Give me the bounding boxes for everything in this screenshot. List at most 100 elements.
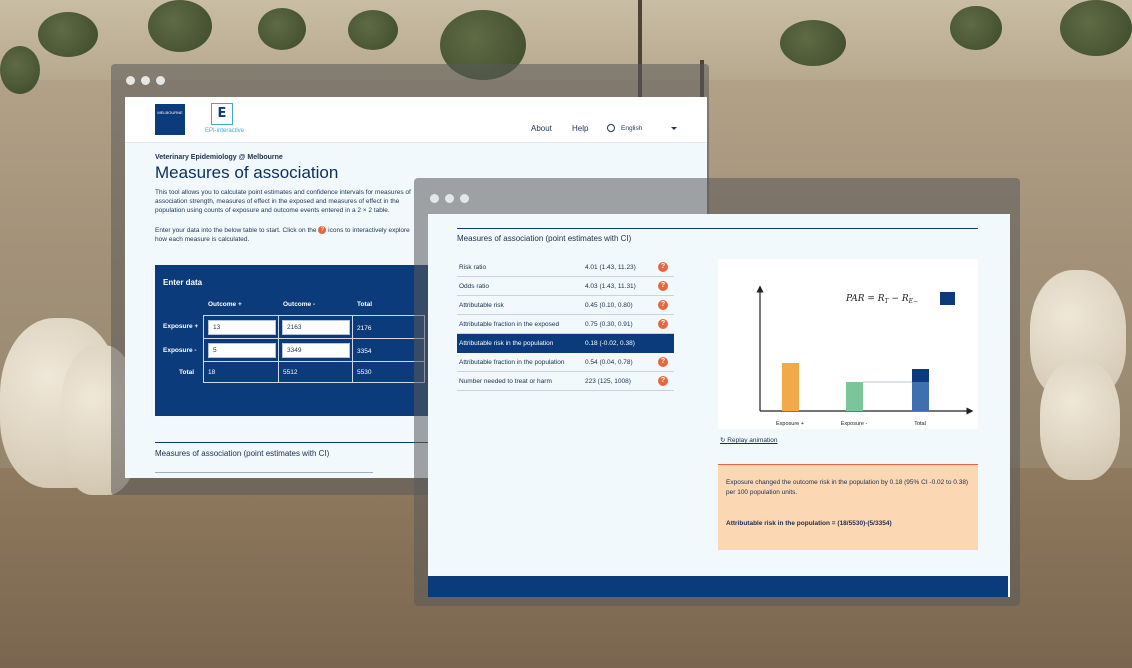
language-select[interactable]: English <box>621 125 642 132</box>
university-logo-text: MELBOURNE <box>157 110 183 115</box>
grand-total: 5530 <box>357 369 372 376</box>
front-screen: Measures of association (point estimates… <box>428 214 1010 597</box>
help-icon[interactable]: ? <box>658 357 668 367</box>
interpretation-formula: Attributable risk in the population = (1… <box>726 520 892 527</box>
tree <box>780 20 846 66</box>
measure-value: 4.01 (1.43, 11.23) <box>585 264 636 271</box>
par-formula: PAR = RT − RE− <box>845 294 918 305</box>
row-label-exposure-neg: Exposure - <box>163 347 197 354</box>
replay-animation-link[interactable]: ↻ Replay animation <box>720 436 778 444</box>
interpretation-panel: Exposure changed the outcome risk in the… <box>718 464 978 550</box>
help-icon: ? <box>318 226 327 235</box>
header-outcome-neg: Outcome - <box>283 301 316 308</box>
instruction-paragraph: Enter your data into the below table to … <box>155 226 417 244</box>
cell-c-input[interactable]: 5 <box>208 343 276 358</box>
col1-total: 18 <box>208 369 216 376</box>
measure-value: 0.75 (0.30, 0.91) <box>585 321 633 328</box>
measure-row[interactable]: Attributable fraction in the population 0… <box>457 353 674 372</box>
nav-about-link[interactable]: About <box>531 124 552 133</box>
header-total: Total <box>357 301 373 308</box>
x-label-exposure-neg: Exposure - <box>841 421 868 427</box>
measure-row[interactable]: Risk ratio 4.01 (1.43, 11.23)? <box>457 258 674 277</box>
table-divider <box>352 315 353 383</box>
x-label-exposure-pos: Exposure + <box>776 421 804 427</box>
measure-row[interactable]: Attributable fraction in the exposed 0.75… <box>457 315 674 334</box>
section-divider <box>155 472 373 473</box>
window-controls <box>430 194 469 203</box>
row-label-exposure-pos: Exposure + <box>163 323 199 330</box>
bar-exposure-pos <box>782 363 799 411</box>
close-dot[interactable] <box>126 76 135 85</box>
measure-label: Risk ratio <box>459 264 487 271</box>
help-icon[interactable]: ? <box>658 300 668 310</box>
sheep <box>1040 360 1120 480</box>
intro-paragraph: This tool allows you to calculate point … <box>155 189 411 214</box>
window-controls <box>126 76 165 85</box>
section-divider <box>155 442 428 443</box>
front-browser-window: Measures of association (point estimates… <box>414 178 1020 606</box>
col2-total: 5512 <box>283 369 298 376</box>
maximize-dot[interactable] <box>460 194 469 203</box>
measure-value: 0.18 (-0.02, 0.38) <box>585 340 635 347</box>
cell-a-input[interactable]: 13 <box>208 320 276 335</box>
tree <box>0 46 40 94</box>
minimize-dot[interactable] <box>141 76 150 85</box>
bar-total-base <box>912 382 929 411</box>
legend-swatch-total <box>940 292 955 305</box>
maximize-dot[interactable] <box>156 76 165 85</box>
help-icon[interactable]: ? <box>658 319 668 329</box>
table-divider <box>203 338 425 339</box>
page-title: Measures of association <box>155 163 339 182</box>
table-divider <box>278 315 279 383</box>
measure-value: 223 (125, 1008) <box>585 378 631 385</box>
help-icon[interactable]: ? <box>658 262 668 272</box>
tree <box>348 10 398 50</box>
measure-label: Number needed to treat or harm <box>459 378 552 385</box>
measure-value: 4.03 (1.43, 11.31) <box>585 283 636 290</box>
par-chart: PAR = RT − RE− Exposure + Exposure - Tot… <box>718 259 978 429</box>
par-chart-svg: PAR = RT − RE− Exposure + Exposure - Tot… <box>756 285 974 427</box>
section-divider <box>457 228 978 229</box>
enter-data-panel: Enter data Outcome + Outcome - Total Exp… <box>155 265 428 416</box>
row-label-total: Total <box>179 369 195 376</box>
epi-interactive-logo[interactable]: E <box>211 103 233 125</box>
measure-label: Attributable fraction in the population <box>459 359 565 366</box>
tree <box>258 8 306 50</box>
cell-d-input[interactable]: 3349 <box>282 343 350 358</box>
header-outcome-pos: Outcome + <box>208 301 242 308</box>
table-divider <box>203 361 425 362</box>
tree <box>148 0 212 52</box>
measure-row[interactable]: Odds ratio 4.03 (1.43, 11.31)? <box>457 277 674 296</box>
measures-title: Measures of association (point estimates… <box>457 234 632 243</box>
nav-help-link[interactable]: Help <box>572 124 588 133</box>
measure-row[interactable]: Attributable risk in the population 0.18 … <box>457 334 674 353</box>
interpretation-text: Exposure changed the outcome risk in the… <box>726 479 969 496</box>
page-footer <box>428 576 1008 597</box>
help-icon[interactable]: ? <box>658 376 668 386</box>
measure-row[interactable]: Attributable risk 0.45 (0.10, 0.80)? <box>457 296 674 315</box>
page-kicker: Veterinary Epidemiology @ Melbourne <box>155 154 283 161</box>
bar-exposure-neg <box>846 382 863 411</box>
tree <box>38 12 98 57</box>
minimize-dot[interactable] <box>445 194 454 203</box>
measure-label: Attributable risk in the population <box>459 340 554 347</box>
chevron-down-icon[interactable] <box>671 127 677 130</box>
bar-total-difference <box>912 369 929 382</box>
section-title: Measures of association (point estimates… <box>155 449 330 458</box>
tree <box>950 6 1002 50</box>
x-label-total: Total <box>914 421 926 427</box>
help-icon[interactable]: ? <box>658 281 668 291</box>
instruction-text-a: Enter your data into the below table to … <box>155 227 317 234</box>
globe-icon <box>607 124 615 132</box>
university-logo[interactable]: MELBOURNE <box>155 104 185 135</box>
measure-value: 0.54 (0.04, 0.78) <box>585 359 633 366</box>
tree <box>1060 0 1132 56</box>
measure-label: Odds ratio <box>459 283 489 290</box>
measure-label: Attributable risk <box>459 302 504 309</box>
close-dot[interactable] <box>430 194 439 203</box>
row2-total: 3354 <box>357 348 372 355</box>
cell-b-input[interactable]: 2163 <box>282 320 350 335</box>
row1-total: 2176 <box>357 325 372 332</box>
replay-label: Replay animation <box>727 437 778 444</box>
measure-row[interactable]: Number needed to treat or harm 223 (125, … <box>457 372 674 391</box>
